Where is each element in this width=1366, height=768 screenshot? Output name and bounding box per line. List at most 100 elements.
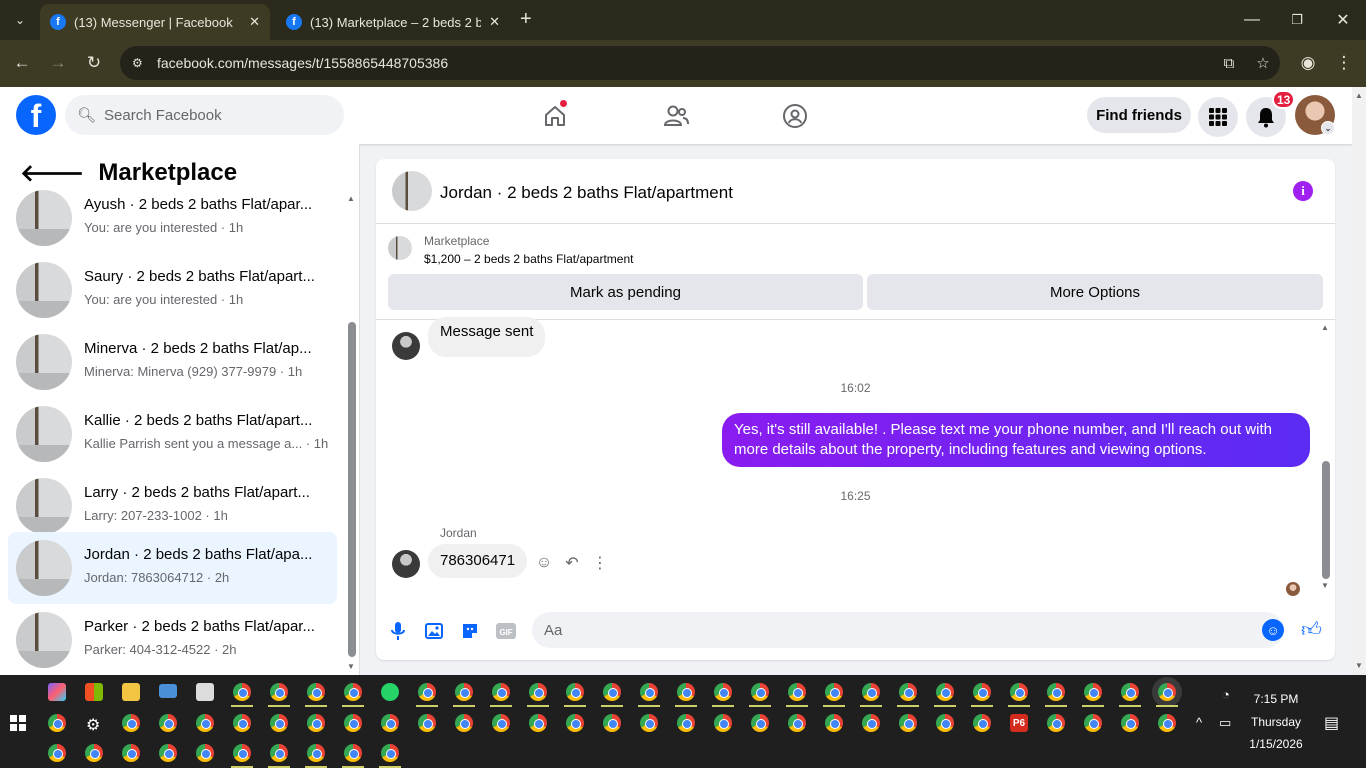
- message-bubble-incoming[interactable]: Message sent: [428, 317, 546, 357]
- groups-nav-icon[interactable]: [778, 99, 812, 133]
- tab-search-chevron-icon[interactable]: ⌄: [8, 8, 32, 32]
- message-input[interactable]: [532, 612, 1284, 648]
- chrome-taskbar-icon[interactable]: [529, 683, 547, 701]
- chrome-taskbar-icon[interactable]: [196, 714, 214, 732]
- chrome-taskbar-icon[interactable]: [1010, 683, 1028, 701]
- chrome-taskbar-icon[interactable]: [233, 683, 251, 701]
- chrome-taskbar-icon[interactable]: [1084, 714, 1102, 732]
- react-emoji-icon[interactable]: ☺: [533, 552, 555, 574]
- chrome-taskbar-icon[interactable]: [936, 683, 954, 701]
- chrome-taskbar-icon[interactable]: [677, 714, 695, 732]
- menu-grid-button[interactable]: [1198, 97, 1238, 137]
- chrome-taskbar-icon[interactable]: [159, 714, 177, 732]
- home-nav-icon[interactable]: [538, 99, 572, 133]
- chrome-taskbar-icon[interactable]: [270, 714, 288, 732]
- scrollbar-thumb[interactable]: [348, 322, 356, 657]
- chrome-taskbar-icon[interactable]: [1047, 683, 1065, 701]
- scroll-up-arrow-icon[interactable]: ▲: [1321, 323, 1329, 332]
- chrome-taskbar-icon[interactable]: [603, 683, 621, 701]
- conversation-item[interactable]: Saury · 2 beds 2 baths Flat/apart... You…: [8, 254, 337, 326]
- microphone-icon[interactable]: [386, 619, 410, 643]
- p6-app-icon[interactable]: P6: [1010, 714, 1028, 732]
- profile-icon[interactable]: ◉: [1296, 51, 1320, 75]
- chrome-taskbar-icon[interactable]: [566, 714, 584, 732]
- message-bubble-incoming[interactable]: 786306471: [428, 544, 528, 578]
- chrome-taskbar-icon[interactable]: [418, 683, 436, 701]
- chrome-taskbar-icon[interactable]: [1121, 714, 1139, 732]
- chrome-taskbar-icon[interactable]: [788, 683, 806, 701]
- chrome-taskbar-icon[interactable]: [1158, 714, 1176, 732]
- bookmark-star-icon[interactable]: ☆: [1246, 54, 1280, 72]
- copilot-icon[interactable]: [48, 683, 66, 701]
- chrome-taskbar-icon[interactable]: [418, 714, 436, 732]
- photo-icon[interactable]: [422, 619, 446, 643]
- chrome-taskbar-icon[interactable]: [381, 714, 399, 732]
- page-scrollbar[interactable]: ▲ ▼: [1352, 87, 1366, 675]
- chrome-taskbar-icon[interactable]: [640, 714, 658, 732]
- notepad-icon[interactable]: [196, 683, 214, 701]
- chrome-taskbar-icon[interactable]: [122, 744, 140, 762]
- site-info-icon[interactable]: ⚙: [132, 56, 152, 70]
- sticker-icon[interactable]: [458, 619, 482, 643]
- close-window-icon[interactable]: ✕: [1331, 8, 1355, 32]
- scroll-up-arrow-icon[interactable]: ▲: [347, 194, 355, 203]
- clock-date[interactable]: 1/15/2026: [1236, 737, 1316, 751]
- conversation-item[interactable]: Minerva · 2 beds 2 baths Flat/ap... Mine…: [8, 326, 337, 398]
- tab-messenger[interactable]: f (13) Messenger | Facebook ✕: [40, 4, 270, 40]
- more-actions-icon[interactable]: ⋮: [589, 552, 611, 574]
- chrome-taskbar-icon[interactable]: [1121, 683, 1139, 701]
- chrome-taskbar-icon[interactable]: [1084, 683, 1102, 701]
- chrome-taskbar-icon[interactable]: [455, 714, 473, 732]
- chrome-taskbar-icon[interactable]: [344, 744, 362, 762]
- battery-icon[interactable]: ▭: [1219, 715, 1231, 731]
- chrome-taskbar-icon[interactable]: [307, 744, 325, 762]
- chrome-taskbar-icon[interactable]: [492, 683, 510, 701]
- chrome-taskbar-icon[interactable]: [677, 683, 695, 701]
- chrome-taskbar-icon[interactable]: [455, 683, 473, 701]
- chrome-taskbar-icon[interactable]: [936, 714, 954, 732]
- more-options-button[interactable]: More Options: [867, 274, 1323, 310]
- account-chevron-down-icon[interactable]: ⌄: [1321, 121, 1335, 135]
- settings-gear-icon[interactable]: ⚙: [86, 715, 100, 735]
- chrome-taskbar-icon[interactable]: [751, 714, 769, 732]
- chrome-taskbar-icon[interactable]: [307, 683, 325, 701]
- omnibox[interactable]: ⚙ facebook.com/messages/t/15588654487053…: [120, 46, 1280, 80]
- facebook-logo[interactable]: f: [16, 95, 56, 135]
- keyboard-icon[interactable]: [159, 684, 177, 698]
- chat-listing-thumbnail[interactable]: [392, 171, 432, 211]
- chrome-taskbar-icon[interactable]: [307, 714, 325, 732]
- chrome-taskbar-icon[interactable]: [566, 683, 584, 701]
- search-box[interactable]: 🔍︎: [65, 95, 344, 135]
- tab-close-icon[interactable]: ✕: [249, 14, 260, 30]
- find-friends-button[interactable]: Find friends: [1087, 97, 1191, 133]
- scroll-down-arrow-icon[interactable]: ▼: [347, 662, 355, 671]
- emoji-icon[interactable]: ☺: [1262, 619, 1284, 641]
- chrome-taskbar-icon[interactable]: [48, 714, 66, 732]
- chrome-taskbar-icon[interactable]: [270, 683, 288, 701]
- whatsapp-icon[interactable]: [381, 683, 399, 701]
- chrome-taskbar-icon[interactable]: [862, 714, 880, 732]
- chrome-taskbar-icon[interactable]: [48, 744, 66, 762]
- chrome-taskbar-icon[interactable]: [344, 683, 362, 701]
- chrome-taskbar-icon[interactable]: [862, 683, 880, 701]
- chrome-taskbar-icon[interactable]: [233, 744, 251, 762]
- tab-marketplace[interactable]: f (13) Marketplace – 2 beds 2 ba ✕: [276, 4, 510, 40]
- chrome-taskbar-icon[interactable]: [233, 714, 251, 732]
- scrollbar-thumb[interactable]: [1322, 461, 1330, 579]
- thumbs-up-icon[interactable]: 👍︎: [1301, 618, 1322, 642]
- gif-icon[interactable]: GIF: [494, 619, 518, 643]
- chrome-taskbar-icon[interactable]: [825, 714, 843, 732]
- chrome-taskbar-icon[interactable]: [825, 683, 843, 701]
- chrome-taskbar-icon[interactable]: [788, 714, 806, 732]
- conversation-item-selected[interactable]: Jordan · 2 beds 2 baths Flat/apa... Jord…: [8, 532, 337, 604]
- chrome-taskbar-icon[interactable]: [973, 683, 991, 701]
- clock-time[interactable]: 7:15 PM: [1236, 692, 1316, 706]
- chrome-taskbar-icon[interactable]: [899, 683, 917, 701]
- conversation-item[interactable]: Kallie · 2 beds 2 baths Flat/apart... Ka…: [8, 398, 337, 470]
- back-arrow-icon[interactable]: ←: [10, 51, 34, 75]
- install-app-icon[interactable]: ⧉: [1212, 55, 1246, 72]
- chat-scrollbar[interactable]: ▲ ▼: [1321, 323, 1331, 593]
- chrome-taskbar-icon[interactable]: [196, 744, 214, 762]
- chrome-taskbar-icon[interactable]: [159, 744, 177, 762]
- chrome-taskbar-icon[interactable]: [899, 714, 917, 732]
